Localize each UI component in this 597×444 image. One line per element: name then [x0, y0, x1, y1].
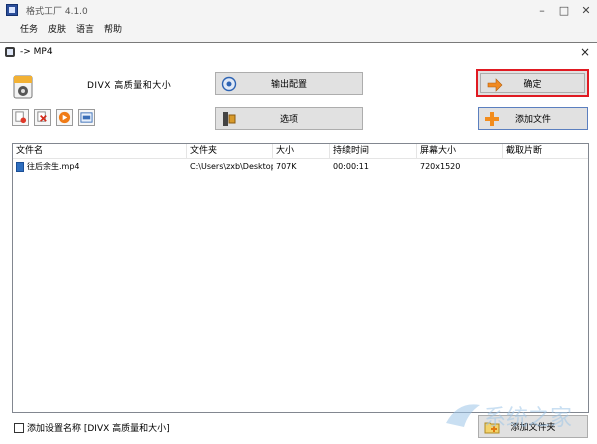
add-file-button[interactable]: 添加文件 — [478, 107, 588, 130]
cell-size: 707K — [276, 162, 297, 171]
settings-gear-icon — [221, 76, 237, 92]
media-info-icon — [80, 112, 93, 123]
add-setting-name-checkbox[interactable] — [14, 422, 24, 433]
confirm-button-face: 确定 — [480, 73, 585, 93]
confirm-button[interactable]: 确定 — [476, 69, 589, 97]
confirm-label: 确定 — [523, 79, 542, 90]
app-logo-icon — [6, 4, 18, 16]
menu-item-language[interactable]: 语言 — [76, 22, 94, 35]
video-file-icon — [16, 161, 24, 172]
close-button[interactable]: ✕ — [575, 0, 597, 20]
svg-text:系统之家: 系统之家 — [484, 406, 572, 431]
app-title: 格式工厂 4.1.0 — [26, 6, 88, 17]
add-setting-name-label: 添加设置名称 [DIVX 高质量和大小] — [27, 424, 170, 434]
column-header-duration[interactable]: 持续时间 — [330, 144, 417, 159]
clear-list-button[interactable] — [34, 109, 51, 126]
list-toolbar — [12, 109, 95, 126]
dialog-title-bar: -> MP4 × — [0, 43, 597, 61]
cell-filename: 往后余生.mp4 — [13, 160, 187, 173]
add-setting-name-option[interactable]: 添加设置名称 [DIVX 高质量和大小] — [14, 421, 170, 434]
menu-item-task[interactable]: 任务 — [20, 22, 38, 35]
clear-list-icon — [37, 111, 47, 122]
cell-folder: C:\Users\zxb\Desktop — [190, 162, 273, 171]
output-config-button[interactable]: 输出配置 — [215, 72, 363, 95]
column-header-clip[interactable]: 截取片断 — [503, 144, 588, 159]
media-info-button[interactable] — [78, 109, 95, 126]
cell-clip — [503, 160, 588, 173]
filename-text: 往后余生.mp4 — [27, 162, 80, 171]
column-header-filename[interactable]: 文件名 — [13, 144, 187, 159]
dialog-icon — [5, 47, 15, 57]
options-button[interactable]: 选项 — [215, 107, 363, 130]
options-icon — [223, 112, 236, 126]
divx-profile-icon — [13, 75, 33, 99]
mp4-dialog: -> MP4 × DIVX 高质量和大小 输出配置 选项 确定 添加文件 文件名… — [0, 42, 597, 444]
column-header-size[interactable]: 大小 — [273, 144, 330, 159]
menu-item-help[interactable]: 帮助 — [104, 22, 122, 35]
dialog-close-button[interactable]: × — [577, 44, 593, 60]
arrow-right-icon — [487, 78, 503, 92]
table-header: 文件名 文件夹 大小 持续时间 屏幕大小 截取片断 — [13, 144, 588, 159]
window-controls: – □ ✕ — [531, 0, 597, 20]
cell-duration: 00:00:11 — [333, 162, 369, 171]
column-header-resolution[interactable]: 屏幕大小 — [417, 144, 503, 159]
cell-resolution: 720x1520 — [420, 162, 461, 171]
maximize-button[interactable]: □ — [553, 0, 575, 20]
remove-item-button[interactable] — [12, 109, 29, 126]
dialog-title: -> MP4 — [20, 47, 53, 57]
output-config-label: 输出配置 — [270, 80, 307, 90]
watermark-logo: 系统之家 — [446, 404, 572, 431]
file-list-table[interactable]: 文件名 文件夹 大小 持续时间 屏幕大小 截取片断 往后余生.mp4 C:\Us… — [12, 143, 589, 413]
remove-item-icon — [15, 111, 27, 124]
play-icon — [58, 111, 71, 124]
plus-icon — [485, 112, 499, 126]
menu-item-skin[interactable]: 皮肤 — [48, 22, 66, 35]
menu-bar: 任务 皮肤 语言 帮助 — [0, 20, 132, 36]
column-header-folder[interactable]: 文件夹 — [187, 144, 273, 159]
table-row[interactable]: 往后余生.mp4 C:\Users\zxb\Desktop 707K 00:00… — [13, 160, 588, 173]
main-app-window: 格式工厂 4.1.0 – □ ✕ 任务 皮肤 语言 帮助 — [0, 0, 597, 44]
add-file-label: 添加文件 — [514, 115, 551, 125]
options-label: 选项 — [279, 115, 298, 125]
minimize-button[interactable]: – — [531, 0, 553, 20]
app-title-bar: 格式工厂 4.1.0 – □ ✕ — [0, 0, 597, 20]
profile-name: DIVX 高质量和大小 — [87, 81, 172, 91]
play-button[interactable] — [56, 109, 73, 126]
